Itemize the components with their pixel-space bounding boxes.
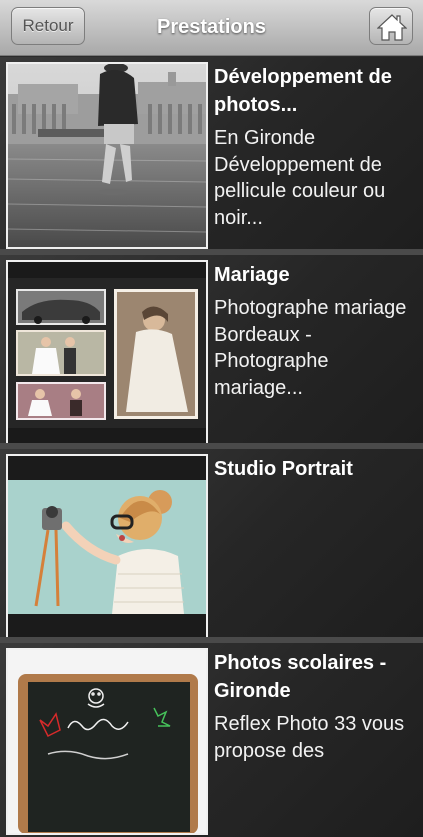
item-description: Reflex Photo 33 vous propose des — [214, 713, 405, 762]
home-icon — [377, 14, 407, 41]
navigation-bar: Retour Prestations — [0, 0, 423, 56]
list-item[interactable]: Développement de photos... En Gironde Dé… — [0, 57, 423, 251]
thumbnail-chalkboard — [6, 648, 208, 835]
item-text: Développement de photos... En Gironde Dé… — [214, 63, 415, 231]
item-title: Mariage — [214, 264, 290, 286]
thumbnail-street-photo — [6, 62, 208, 249]
list-item[interactable]: Photos scolaires - Gironde Reflex Photo … — [0, 643, 423, 837]
item-description: Photographe mariage Bordeaux - Photograp… — [214, 297, 407, 399]
home-button[interactable] — [369, 7, 413, 45]
item-title: Photos scolaires - Gironde — [214, 652, 387, 702]
item-text: Studio Portrait — [214, 455, 415, 489]
thumbnail-wedding-collage — [6, 260, 208, 447]
item-title: Studio Portrait — [214, 458, 353, 480]
list-item[interactable]: Studio Portrait — [0, 449, 423, 643]
item-text: Mariage Photographe mariage Bordeaux - P… — [214, 261, 415, 401]
item-title: Développement de photos... — [214, 66, 392, 116]
thumbnail-girl-camera — [6, 454, 208, 641]
back-button[interactable]: Retour — [11, 7, 85, 45]
list-item[interactable]: Mariage Photographe mariage Bordeaux - P… — [0, 255, 423, 449]
item-text: Photos scolaires - Gironde Reflex Photo … — [214, 649, 415, 764]
item-description: En Gironde Développement de pellicule co… — [214, 127, 386, 229]
